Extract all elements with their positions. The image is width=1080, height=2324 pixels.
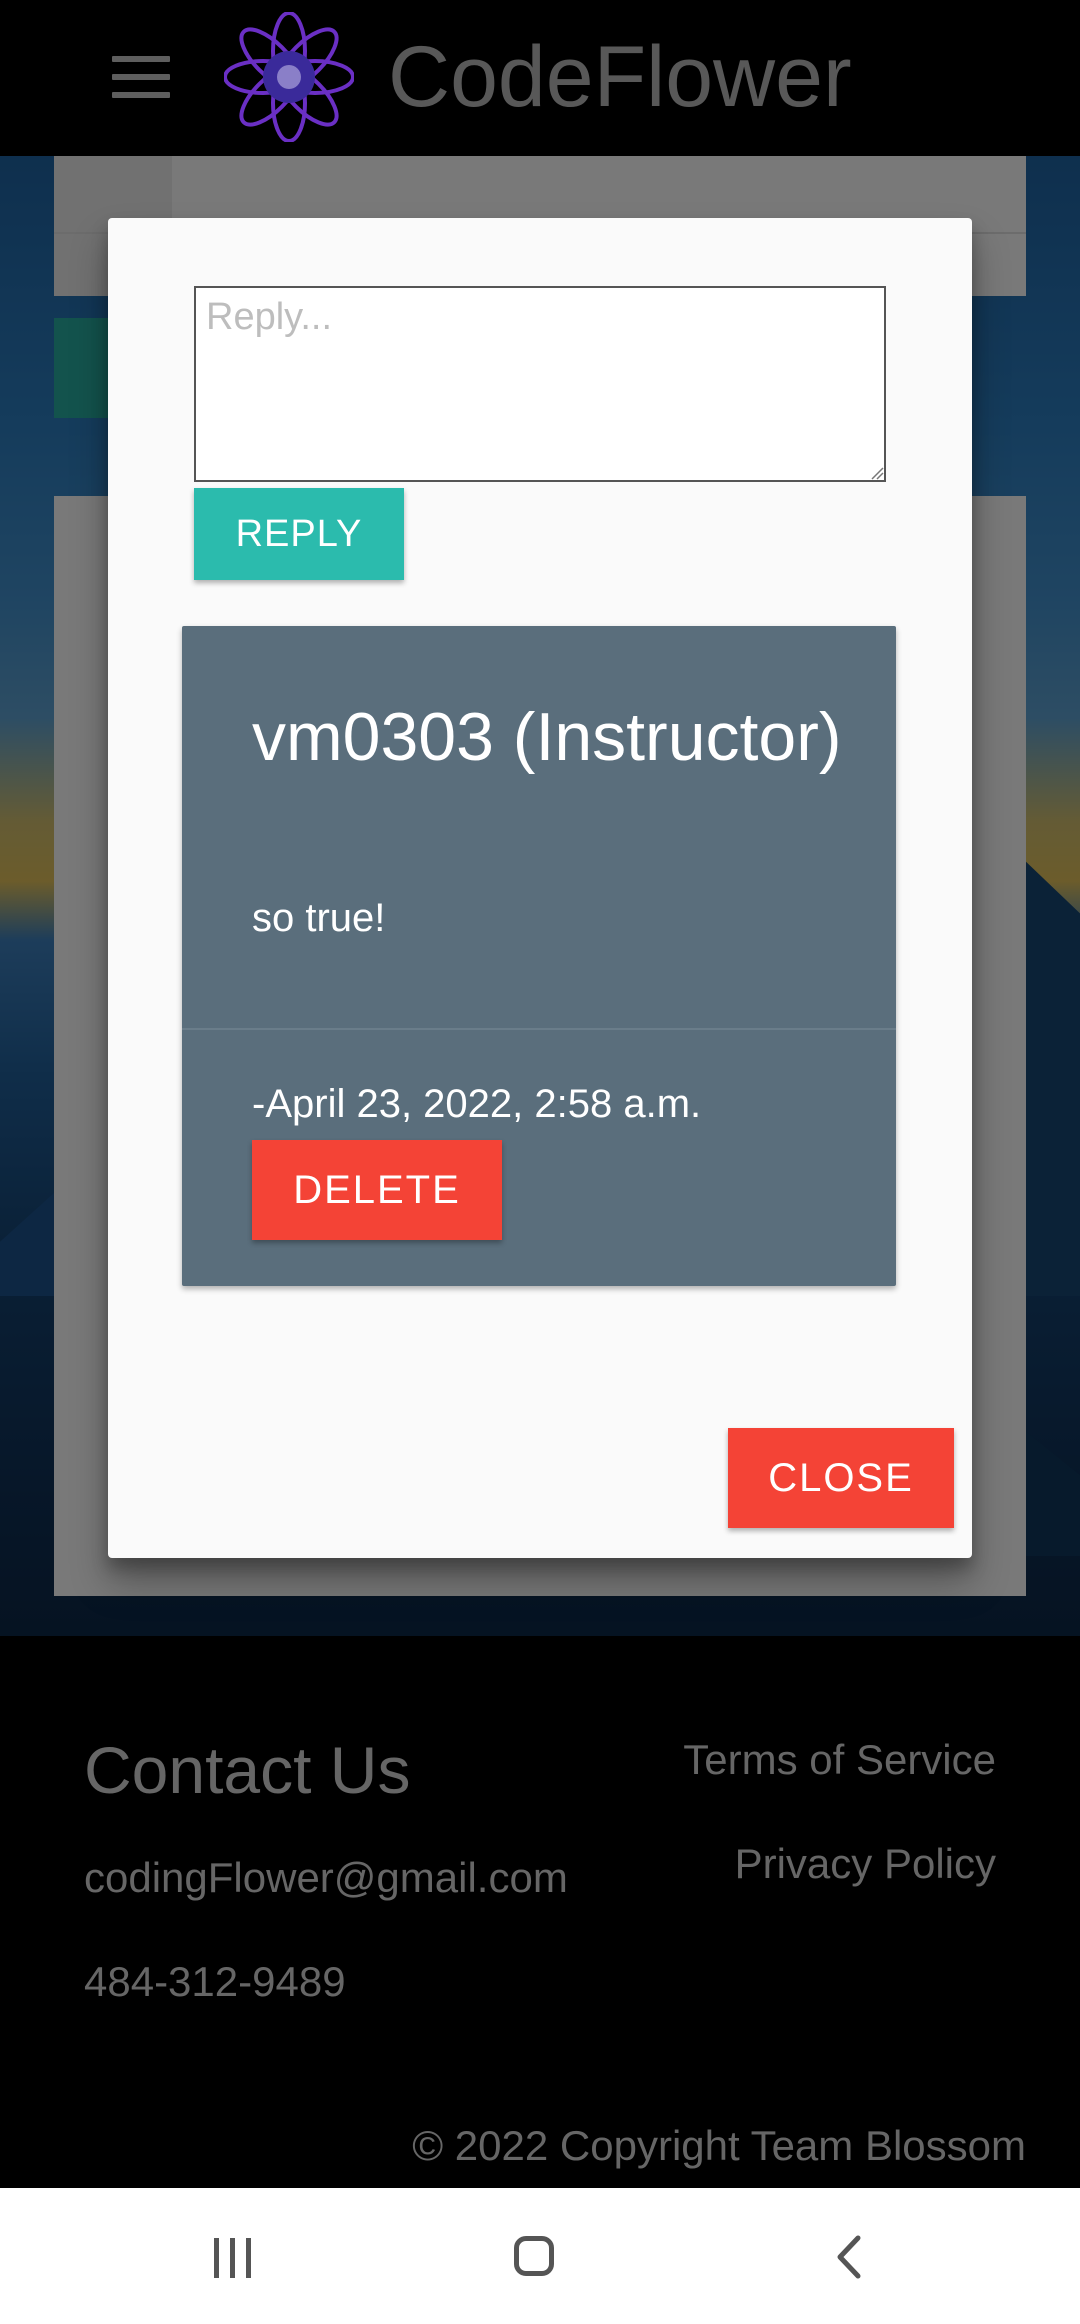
comment-card: vm0303 (Instructor) so true! -April 23, …: [182, 626, 896, 1286]
app-header: CodeFlower: [0, 0, 1080, 156]
privacy-policy-link[interactable]: Privacy Policy: [735, 1840, 996, 1888]
comment-author: vm0303 (Instructor): [252, 699, 842, 775]
comment-timestamp: -April 23, 2022, 2:58 a.m.: [252, 1082, 702, 1126]
brand-name[interactable]: CodeFlower: [388, 22, 852, 132]
comment-text: so true!: [252, 896, 386, 940]
system-navigation-bar: [0, 2188, 1080, 2324]
resize-grip-icon[interactable]: [870, 466, 884, 480]
reply-button[interactable]: REPLY: [194, 488, 404, 580]
flower-logo-icon[interactable]: [224, 12, 354, 142]
back-icon[interactable]: [826, 2232, 876, 2282]
copyright-text: © 2022 Copyright Team Blossom: [412, 2122, 1026, 2169]
contact-phone[interactable]: 484-312-9489: [84, 1958, 346, 2006]
site-footer: Contact Us codingFlower@gmail.com 484-31…: [0, 1636, 1080, 2188]
contact-email[interactable]: codingFlower@gmail.com: [84, 1854, 568, 1902]
comment-divider: [182, 1028, 896, 1030]
home-icon[interactable]: [514, 2236, 554, 2276]
reply-modal: REPLY vm0303 (Instructor) so true! -Apri…: [108, 218, 972, 1558]
hamburger-menu-icon[interactable]: [112, 56, 170, 100]
delete-comment-button[interactable]: DELETE: [252, 1140, 502, 1240]
terms-of-service-link[interactable]: Terms of Service: [683, 1736, 996, 1784]
recent-apps-icon[interactable]: [214, 2238, 254, 2278]
close-modal-button[interactable]: CLOSE: [728, 1428, 954, 1528]
contact-heading: Contact Us: [84, 1733, 411, 1807]
reply-input[interactable]: [194, 286, 886, 482]
